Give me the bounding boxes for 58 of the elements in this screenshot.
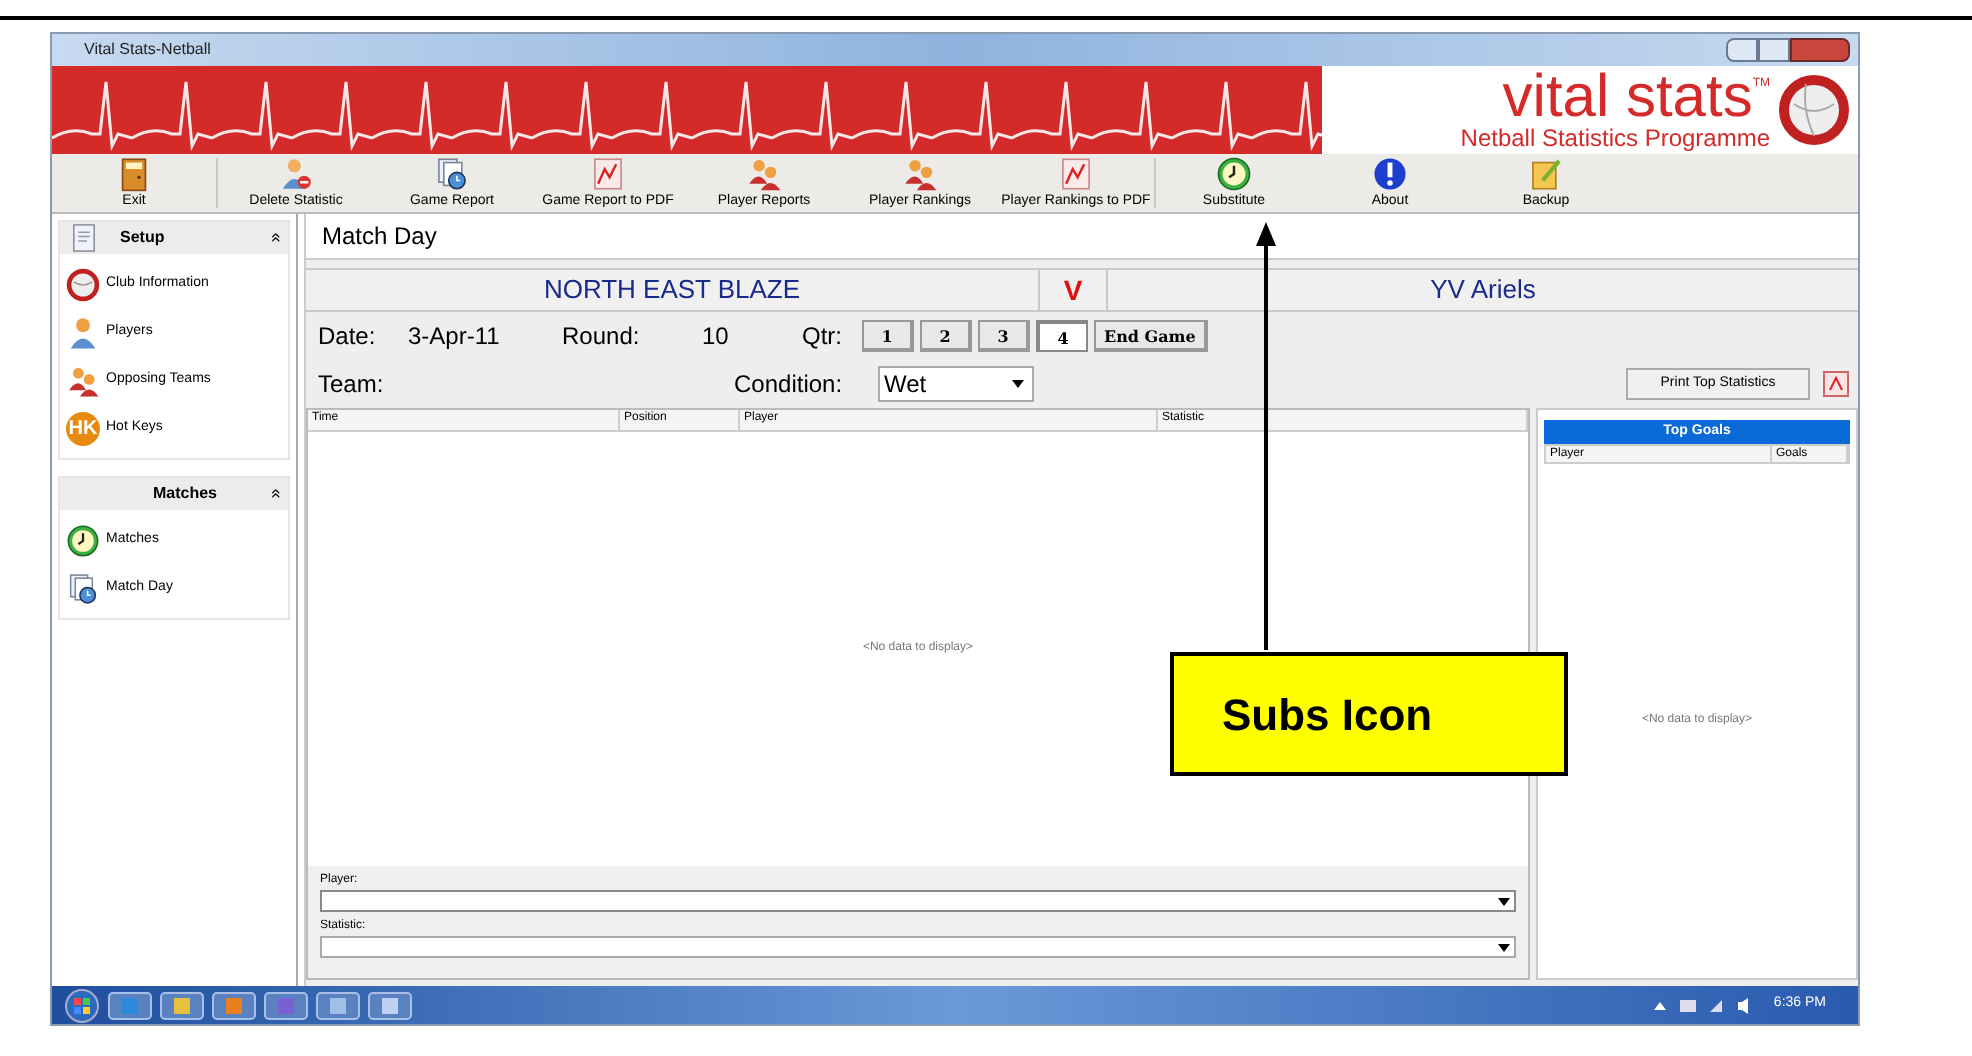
statistic-dropdown[interactable] (320, 936, 1516, 958)
people-icon (746, 156, 782, 192)
door-icon (116, 156, 152, 192)
quarter-button[interactable]: 4 (1036, 320, 1088, 352)
document-icon (68, 222, 100, 254)
people-icon (902, 156, 938, 192)
condition-dropdown[interactable]: Wet (878, 366, 1034, 402)
end-game-button[interactable]: End Game (1094, 320, 1208, 352)
page-title: Match Day (322, 220, 437, 254)
quarter-button[interactable]: 3 (978, 320, 1030, 352)
away-team-name: YV Ariels (1428, 272, 1538, 309)
maximize-button[interactable] (1758, 38, 1790, 62)
logo-subtitle: Netball Statistics Programme (1460, 126, 1770, 150)
pdf-document-icon (1822, 370, 1850, 398)
close-button[interactable] (1790, 38, 1850, 62)
taskbar-app-icon[interactable] (212, 991, 256, 1019)
taskbar-app-icon[interactable] (108, 991, 152, 1019)
logo-text: vital stats (1502, 70, 1753, 126)
dropdown-arrow-icon (1498, 943, 1510, 951)
condition-label: Condition: (734, 368, 845, 402)
quarter-button[interactable]: 2 (920, 320, 972, 352)
notepad-icon (1528, 156, 1564, 192)
window-title: Vital Stats-Netball (84, 38, 211, 62)
report-icon (434, 156, 470, 192)
info-icon (1372, 156, 1408, 192)
netball-logo-icon (1778, 74, 1850, 146)
taskbar-app-icon[interactable] (160, 991, 204, 1019)
chart-document-icon (1058, 156, 1094, 192)
taskbar-app-icon[interactable] (264, 991, 308, 1019)
callout-label: Subs Icon (1170, 652, 1568, 776)
date-label: Date: (318, 320, 378, 354)
versus-label: V (1040, 270, 1108, 310)
taskbar-app-icon[interactable] (368, 991, 412, 1019)
dropdown-arrow-icon (1498, 897, 1510, 905)
round-value: 10 (702, 320, 731, 354)
date-value: 3-Apr-11 (408, 320, 502, 354)
clock-icon (1216, 156, 1252, 192)
group-header[interactable]: Setup « (60, 222, 288, 254)
group-header[interactable]: Matches « (60, 478, 288, 510)
dropdown-arrow-icon (1012, 380, 1024, 388)
people-icon (66, 363, 100, 397)
quarter-button[interactable]: 1 (862, 320, 914, 352)
clock-icon (66, 523, 100, 557)
taskbar-app-icon[interactable] (316, 991, 360, 1019)
hotkey-icon: HK (66, 411, 100, 445)
home-team-name: NORTH EAST BLAZE (306, 270, 1040, 310)
minimize-button[interactable] (1726, 38, 1758, 62)
start-button-icon[interactable] (64, 987, 100, 1023)
report-icon (66, 571, 100, 605)
netball-icon (66, 267, 100, 301)
round-label: Round: (562, 320, 642, 354)
person-icon (278, 156, 314, 192)
chart-document-icon (590, 156, 626, 192)
person-icon (66, 315, 100, 349)
system-tray-icon[interactable] (1649, 995, 1750, 1015)
quarter-label: Qtr: (802, 320, 844, 354)
team-label: Team: (318, 368, 386, 402)
player-dropdown[interactable] (320, 890, 1516, 912)
